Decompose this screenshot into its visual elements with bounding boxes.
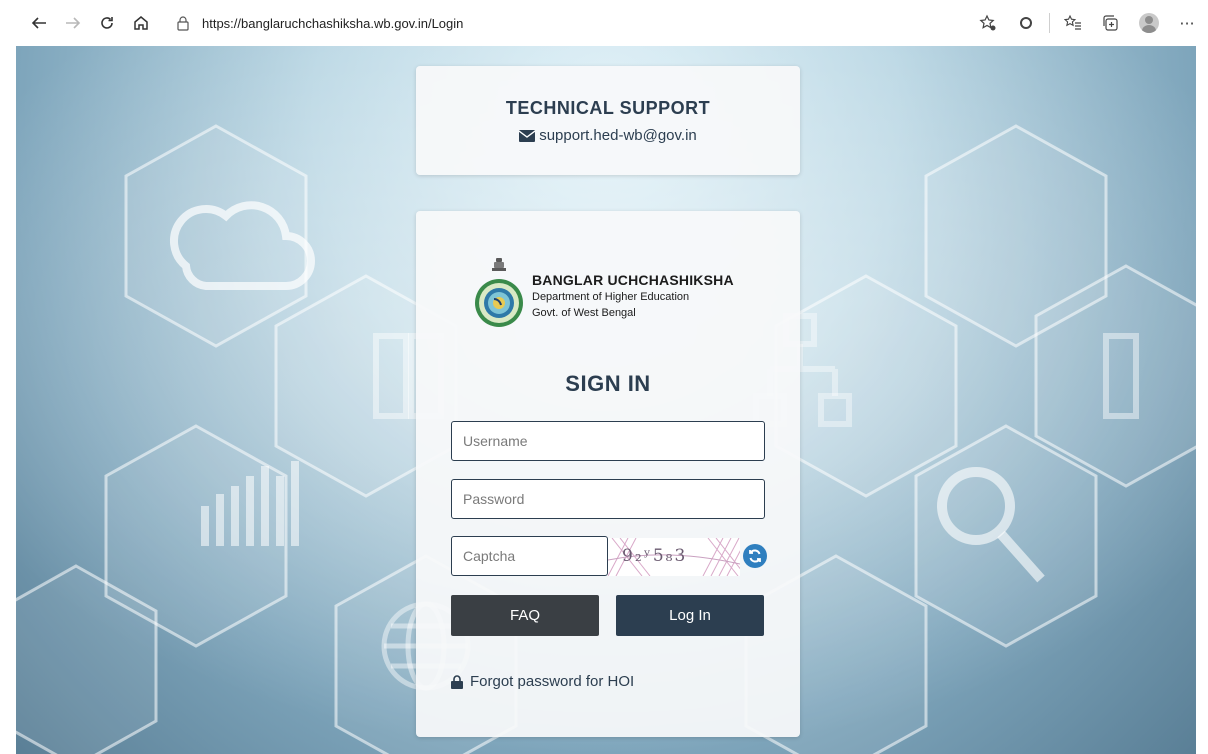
log-in-button[interactable]: Log In <box>616 595 764 636</box>
faq-button[interactable]: FAQ <box>451 595 599 636</box>
browser-toolbar: https://banglaruchchashiksha.wb.gov.in/L… <box>0 0 1208 46</box>
captcha-image: 9₂ʸ5₈3 <box>608 538 740 576</box>
support-title: TECHNICAL SUPPORT <box>505 98 711 118</box>
forgot-password-link[interactable]: Forgot password for HOI <box>451 673 634 690</box>
brand-title: BANGLAR UCHCHASHIKSHA <box>532 272 734 288</box>
login-card: BANGLAR UCHCHASHIKSHA Department of High… <box>416 211 800 737</box>
address-bar[interactable]: https://banglaruchchashiksha.wb.gov.in/L… <box>172 8 942 38</box>
back-arrow-icon[interactable] <box>22 6 56 40</box>
more-menu-icon[interactable]: ··· <box>1172 8 1202 38</box>
forgot-password-label[interactable]: Forgot password for HOI <box>470 673 634 690</box>
username-input[interactable] <box>451 421 765 461</box>
password-input[interactable] <box>451 479 765 519</box>
toolbar-divider <box>1049 13 1050 33</box>
home-icon[interactable] <box>124 6 158 40</box>
url-text[interactable]: https://banglaruchchashiksha.wb.gov.in/L… <box>202 16 463 31</box>
brand-department: Department of Higher Education <box>532 291 690 303</box>
support-email[interactable]: support.hed-wb@gov.in <box>539 127 697 144</box>
lock-icon <box>451 674 463 689</box>
support-email-row: support.hed-wb@gov.in <box>416 127 800 144</box>
favorite-star-icon[interactable] <box>973 8 1003 38</box>
brand-header: BANGLAR UCHCHASHIKSHA Department of High… <box>472 254 734 336</box>
captcha-code: 9₂ʸ5₈3 <box>622 546 688 566</box>
forward-arrow-icon[interactable] <box>56 6 90 40</box>
refresh-icon[interactable] <box>90 6 124 40</box>
technical-support-card: TECHNICAL SUPPORT support.hed-wb@gov.in <box>416 66 800 175</box>
captcha-input[interactable] <box>451 536 608 576</box>
sign-in-heading: SIGN IN <box>565 371 651 396</box>
avatar-icon <box>1139 13 1159 33</box>
captcha-refresh-icon[interactable] <box>743 544 767 568</box>
extension-circle-icon[interactable] <box>1011 8 1041 38</box>
west-bengal-emblem-logo <box>472 254 526 336</box>
brand-government: Govt. of West Bengal <box>532 307 636 319</box>
site-lock-icon[interactable] <box>172 12 194 34</box>
collections-icon[interactable] <box>1096 8 1126 38</box>
favorites-list-icon[interactable] <box>1058 8 1088 38</box>
envelope-icon <box>519 129 536 142</box>
profile-avatar[interactable] <box>1134 8 1164 38</box>
